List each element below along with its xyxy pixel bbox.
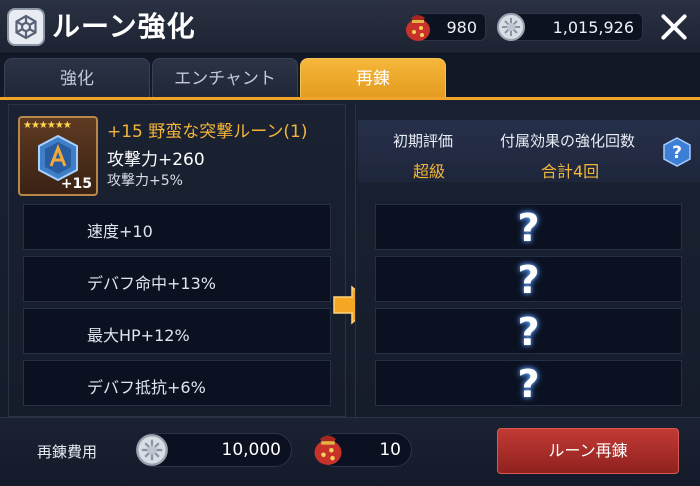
- bag-cost-value: 10: [379, 440, 401, 460]
- tab-enhance[interactable]: 強化: [4, 58, 150, 100]
- rune-level-badge: +15: [60, 176, 92, 192]
- page-title: ルーン強化: [52, 10, 196, 43]
- pouch-icon: [314, 435, 342, 465]
- bag-resource-counter: 980: [406, 13, 486, 41]
- result-summary-header: 初期評価 超級 付属効果の強化回数 合計4回: [358, 120, 700, 182]
- rune-sub-stat: 攻撃力+5%: [107, 173, 183, 189]
- rune-stars: ★★★★★★: [23, 120, 72, 131]
- stat-row: デバフ命中+13%: [23, 256, 331, 302]
- stat-label: 最大HP+12%: [87, 326, 190, 345]
- close-icon[interactable]: [655, 8, 693, 46]
- rune-icon: [38, 134, 78, 182]
- tab-underline: [0, 97, 700, 100]
- unknown-stat-row: ?: [375, 256, 682, 302]
- question-mark-icon: ?: [517, 258, 540, 302]
- help-icon[interactable]: ?: [662, 137, 692, 167]
- stat-row: 最大HP+12%: [23, 308, 331, 354]
- rune-name: +15 野蛮な突撃ルーン(1): [107, 122, 308, 142]
- bag-count: 980: [446, 18, 477, 37]
- unknown-stat-row: ?: [375, 308, 682, 354]
- question-mark-icon: ?: [517, 206, 540, 250]
- stat-label: デバフ命中+13%: [87, 274, 216, 293]
- coin-icon: [497, 13, 525, 41]
- settings-icon: [7, 8, 45, 46]
- reforge-button[interactable]: ルーン再錬: [497, 428, 679, 474]
- stat-row: デバフ抵抗+6%: [23, 360, 331, 406]
- coin-count: 1,015,926: [552, 18, 634, 37]
- rune-main-stat: 攻撃力+260: [107, 150, 205, 170]
- question-mark-icon: ?: [517, 362, 540, 406]
- bag-cost-box: 10: [314, 433, 412, 467]
- enhance-count-value: 合計4回: [541, 162, 600, 181]
- tab-enchant[interactable]: エンチャント: [152, 58, 298, 100]
- coin-icon: [136, 434, 168, 466]
- initial-grade-value: 超級: [413, 162, 446, 181]
- unknown-stat-row: ?: [375, 360, 682, 406]
- svg-text:?: ?: [672, 143, 682, 163]
- stat-row: 速度+10: [23, 204, 331, 250]
- header: ルーン強化 980 1,015,926: [0, 0, 700, 54]
- question-mark-icon: ?: [517, 310, 540, 354]
- initial-grade-label: 初期評価: [393, 132, 454, 150]
- enhance-count-label: 付属効果の強化回数: [500, 132, 636, 150]
- rune-thumbnail[interactable]: ★★★★★★ +15: [18, 116, 98, 196]
- coin-cost-box: 10,000: [136, 433, 292, 467]
- stat-label: デバフ抵抗+6%: [87, 378, 206, 397]
- reforge-cost-label: 再錬費用: [37, 443, 98, 461]
- coin-resource-counter: 1,015,926: [497, 13, 643, 41]
- rune-enhance-window: ルーン強化 980 1,015,926 強化 エンチャント 再錬 ★★★★★★ …: [0, 0, 700, 486]
- coin-cost-value: 10,000: [221, 440, 281, 460]
- tab-bar: 強化 エンチャント 再錬: [0, 54, 700, 100]
- stat-label: 速度+10: [87, 222, 153, 241]
- pouch-icon: [406, 15, 430, 41]
- unknown-stat-row: ?: [375, 204, 682, 250]
- tab-reforge[interactable]: 再錬: [300, 58, 446, 100]
